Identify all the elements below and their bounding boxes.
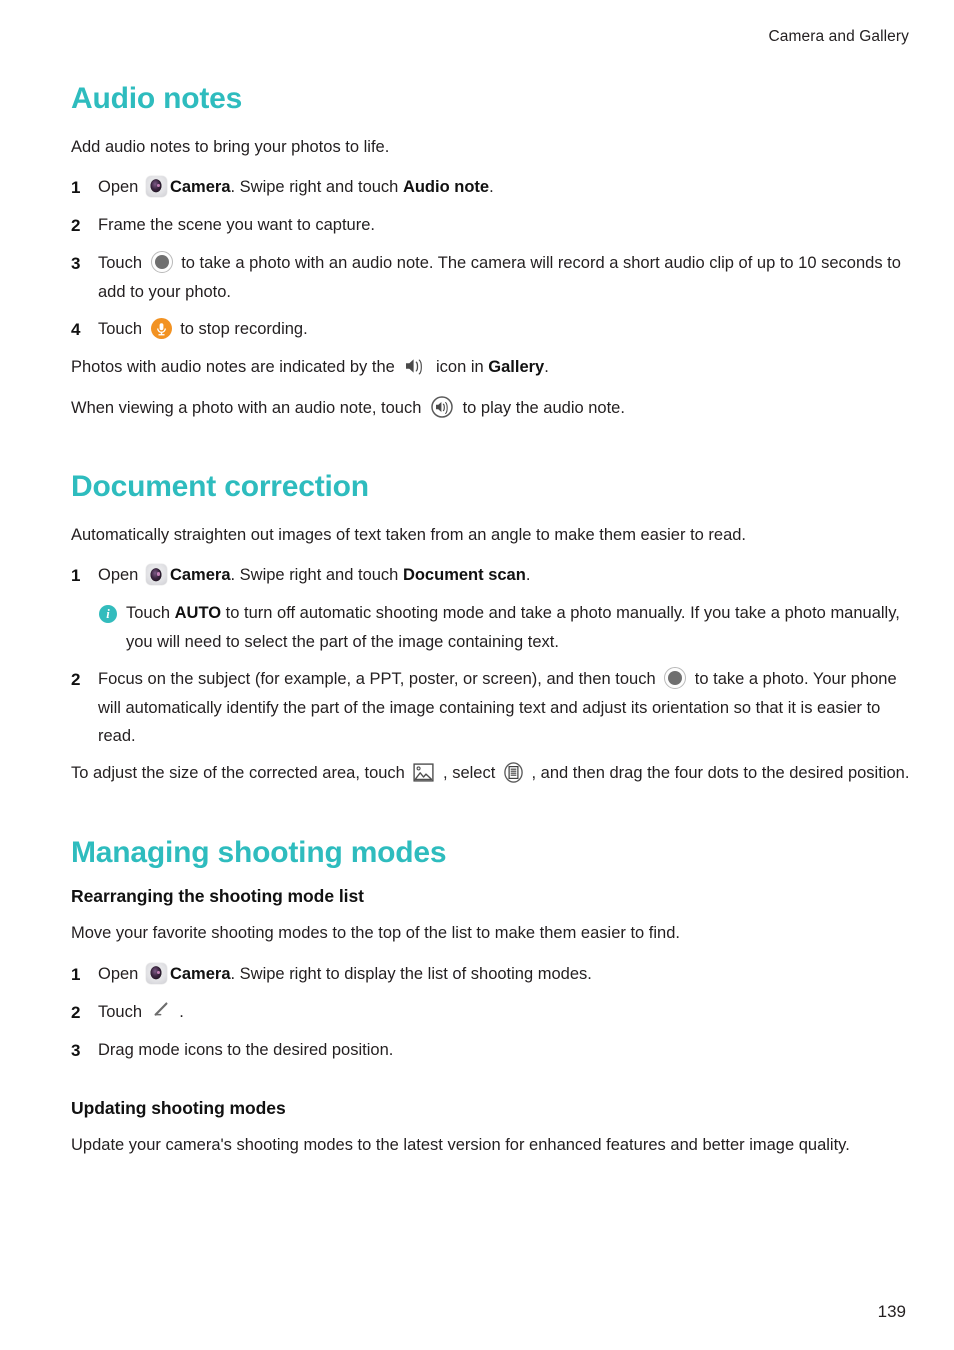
step-text: Focus on the subject (for example, a PPT… (98, 665, 911, 750)
step-item: 3 Touch to take a photo with an audio not… (71, 249, 911, 306)
step-number: 1 (71, 177, 81, 197)
body-text: . (544, 358, 549, 377)
body-text: to play the audio note. (457, 398, 625, 417)
body-text: . Swipe right and touch (230, 566, 403, 585)
body-text: When viewing a photo with an audio note,… (71, 398, 426, 417)
body-text: Drag mode icons to the desired position. (98, 1041, 394, 1060)
camera-icon[interactable] (145, 175, 167, 197)
step-list: 1 Open Camera. Swipe right to display the… (71, 960, 911, 1066)
speaker-icon[interactable] (404, 356, 426, 376)
step-text: Open Camera. Swipe right and touch Audio… (98, 173, 911, 201)
body-text: icon in (431, 358, 489, 377)
body-text: . Swipe right and touch (230, 177, 403, 196)
body-text: . (489, 177, 494, 196)
emphasis-text: Audio note (402, 177, 490, 196)
info-note: i Touch AUTO to turn off automatic shooti… (99, 599, 911, 656)
step-item: 2 Focus on the subject (for example, a PP… (71, 665, 911, 750)
body-text: Open (98, 566, 143, 585)
body-text: , and then drag the four dots to the des… (526, 764, 910, 783)
body-text: to stop recording. (175, 320, 308, 339)
step-number: 3 (71, 1041, 81, 1061)
page-content: Audio notes Add audio notes to bring your… (71, 82, 911, 1172)
step-number: 4 (71, 320, 81, 340)
step-number: 3 (71, 254, 81, 274)
step-list: 1 Open Camera. Swipe right and touch Audi… (71, 173, 911, 344)
subsection-heading-rearranging: Rearranging the shooting mode list (71, 886, 364, 907)
trailing-paragraph: To adjust the size of the corrected area… (71, 759, 911, 787)
emphasis-text: Camera (169, 566, 231, 585)
step-number: 1 (71, 964, 81, 984)
step-text: Touch to stop recording. (98, 315, 911, 343)
body-text: Touch (126, 604, 175, 623)
step-text: Drag mode icons to the desired position. (98, 1036, 911, 1064)
step-item: 2 Touch . (71, 998, 911, 1027)
body-text: to take a photo with an audio note. The … (98, 254, 901, 301)
body-text: to turn off automatic shooting mode and … (126, 604, 900, 651)
shutter-icon[interactable] (664, 667, 687, 690)
emphasis-text: Gallery (488, 358, 545, 377)
body-text: To adjust the size of the corrected area… (71, 764, 410, 783)
picture-icon[interactable] (413, 763, 435, 782)
section-heading-document-correction: Document correction (71, 470, 369, 504)
body-text: Touch (98, 320, 147, 339)
step-text: Touch . (98, 998, 911, 1026)
body-text: Open (98, 964, 143, 983)
step-item: 1 Open Camera. Swipe right to display the… (71, 960, 911, 989)
step-text: Open Camera. Swipe right to display the … (98, 960, 911, 988)
camera-icon[interactable] (145, 962, 167, 984)
step-list: 1 Open Camera. Swipe right and touch Docu… (71, 561, 911, 750)
step-number: 2 (71, 216, 81, 236)
body-text: Focus on the subject (for example, a PPT… (98, 670, 661, 689)
body-text: . (525, 566, 531, 585)
step-number: 2 (71, 1002, 81, 1022)
section-heading-managing-shooting-modes: Managing shooting modes (71, 835, 447, 869)
page-number: 139 (877, 1302, 906, 1321)
step-text: Frame the scene you want to capture. (98, 211, 911, 239)
body-text: . (174, 1002, 184, 1021)
subsection-intro: Update your camera's shooting modes to t… (71, 1136, 850, 1155)
section-heading-audio-notes: Audio notes (71, 82, 243, 115)
body-text: Photos with audio notes are indicated by… (71, 358, 400, 377)
info-note-text: Touch AUTO to turn off automatic shootin… (126, 599, 911, 656)
body-text: , select (438, 764, 500, 783)
document-page: Camera and Gallery Audio notes Add audio … (0, 0, 954, 1350)
body-text: Open (98, 177, 143, 196)
step-text: Touch to take a photo with an audio note… (98, 249, 911, 306)
trailing-paragraph: Photos with audio notes are indicated by… (71, 353, 911, 381)
body-text: Frame the scene you want to capture. (98, 216, 375, 235)
microphone-icon[interactable] (150, 318, 172, 340)
pencil-icon[interactable] (151, 1001, 171, 1019)
step-item: 4 Touch to stop recording. (71, 315, 911, 344)
speaker-circle-icon[interactable] (431, 396, 453, 418)
emphasis-text: AUTO (174, 604, 222, 623)
body-text: Touch (98, 254, 147, 273)
step-item: 2 Frame the scene you want to capture. (71, 211, 911, 240)
subsection-intro: Move your favorite shooting modes to the… (71, 924, 680, 943)
shutter-icon[interactable] (150, 251, 173, 274)
running-head: Camera and Gallery (768, 28, 909, 45)
step-item: 3 Drag mode icons to the desired position… (71, 1036, 911, 1065)
info-icon: i (99, 605, 117, 624)
body-text: . Swipe right to display the list of sho… (230, 964, 592, 983)
step-item: 1 Open Camera. Swipe right and touch Docu… (71, 561, 911, 590)
section-intro: Add audio notes to bring your photos to … (71, 137, 390, 156)
step-number: 2 (71, 670, 81, 690)
camera-icon[interactable] (145, 564, 167, 586)
step-number: 1 (71, 566, 81, 586)
emphasis-text: Camera (169, 177, 231, 196)
emphasis-text: Document scan (402, 566, 526, 585)
list-icon[interactable] (504, 762, 523, 784)
step-item: 1 Open Camera. Swipe right and touch Audi… (71, 173, 911, 202)
trailing-paragraph: When viewing a photo with an audio note,… (71, 394, 911, 422)
emphasis-text: Camera (169, 964, 231, 983)
info-icon-glyph: i (106, 607, 110, 622)
subsection-heading-updating: Updating shooting modes (71, 1098, 286, 1119)
section-intro: Automatically straighten out images of t… (71, 525, 747, 544)
body-text: Touch (98, 1002, 147, 1021)
step-text: Open Camera. Swipe right and touch Docum… (98, 561, 911, 589)
